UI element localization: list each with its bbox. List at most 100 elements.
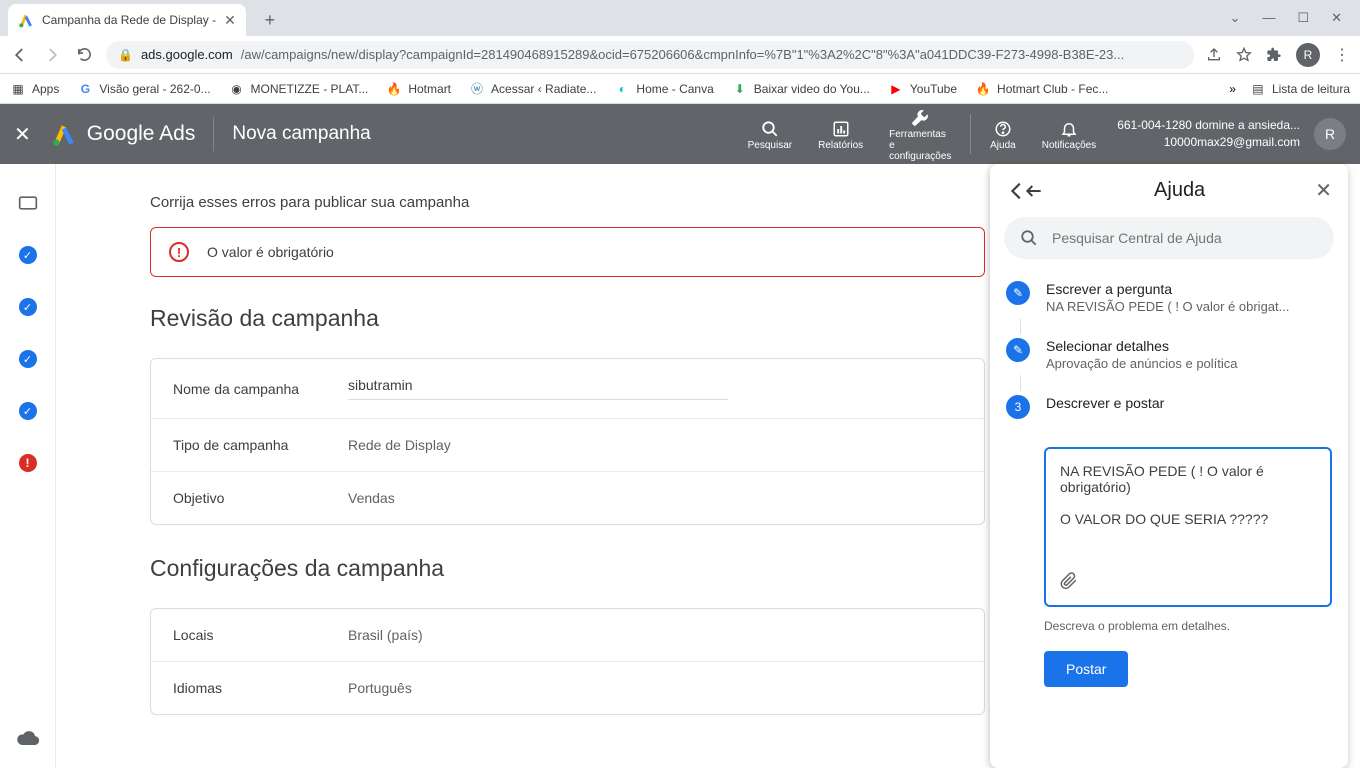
back-icon[interactable]	[10, 45, 30, 65]
error-message: O valor é obrigatório	[207, 244, 334, 260]
label: Tipo de campanha	[173, 437, 348, 453]
campaign-name-input[interactable]: sibutramin	[348, 377, 728, 400]
check-icon: ✓	[19, 298, 37, 316]
canva-icon: ◐	[614, 81, 630, 97]
error-icon: !	[19, 454, 37, 472]
separator	[213, 117, 214, 151]
rail-cloud-icon[interactable]	[15, 724, 41, 750]
reload-icon[interactable]	[74, 45, 94, 65]
post-text-content: NA REVISÃO PEDE ( ! O valor é obrigatóri…	[1060, 463, 1316, 563]
value: Português	[348, 680, 412, 696]
bookmark-item[interactable]: ◐Home - Canva	[614, 81, 713, 97]
rail-step-complete[interactable]: ✓	[15, 398, 41, 424]
settings-heading: Configurações da campanha	[150, 555, 985, 582]
reports-button[interactable]: Relatórios	[805, 118, 876, 151]
bookmark-item[interactable]: 🔥Hotmart Club - Fec...	[975, 81, 1108, 97]
bookmark-item[interactable]: 🔥Hotmart	[386, 81, 451, 97]
apps-shortcut[interactable]: ▦Apps	[10, 81, 59, 97]
help-close-icon[interactable]: ✕	[1315, 178, 1332, 203]
row-locations[interactable]: Locais Brasil (país)	[151, 609, 984, 661]
step-select-details[interactable]: ✎ Selecionar detalhes Aprovação de anúnc…	[1006, 332, 1332, 377]
pencil-icon: ✎	[1006, 281, 1030, 305]
value: Brasil (país)	[348, 627, 423, 643]
row-objective[interactable]: Objetivo Vendas	[151, 471, 984, 524]
google-ads-logo[interactable]: Google Ads	[51, 121, 196, 147]
help-icon	[994, 118, 1012, 140]
error-banner[interactable]: ! O valor é obrigatório	[150, 227, 985, 277]
bookmark-item[interactable]: ◉MONETIZZE - PLAT...	[229, 81, 369, 97]
help-search[interactable]	[1004, 217, 1334, 259]
left-rail: ✓ ✓ ✓ ✓ !	[0, 164, 56, 768]
menu-icon[interactable]: ⋮	[1334, 45, 1350, 65]
dropdown-chevron-icon[interactable]: ⌄	[1230, 10, 1241, 26]
reading-list-icon: ▤	[1250, 81, 1266, 97]
post-textarea[interactable]: NA REVISÃO PEDE ( ! O valor é obrigatóri…	[1044, 447, 1332, 607]
share-icon[interactable]	[1206, 47, 1222, 63]
account-avatar[interactable]: R	[1314, 118, 1346, 150]
rail-overview-icon[interactable]	[15, 190, 41, 216]
bookmarks-overflow-icon[interactable]: »	[1229, 82, 1236, 96]
check-icon: ✓	[19, 402, 37, 420]
extensions-icon[interactable]	[1266, 47, 1282, 63]
help-button[interactable]: Ajuda	[977, 118, 1029, 151]
row-languages[interactable]: Idiomas Português	[151, 661, 984, 714]
value: Vendas	[348, 490, 395, 506]
apps-grid-icon: ▦	[10, 81, 26, 97]
browser-tab[interactable]: Campanha da Rede de Display - ✕	[8, 4, 246, 36]
reports-icon	[832, 118, 850, 140]
google-icon: G	[77, 81, 93, 97]
bookmark-item[interactable]: ⬇Baixar video do You...	[732, 81, 870, 97]
google-ads-header: ✕ Google Ads Nova campanha Pesquisar Rel…	[0, 104, 1360, 164]
profile-avatar[interactable]: R	[1296, 43, 1320, 67]
window-controls: ⌄ ― ☐ ✕	[1230, 10, 1360, 26]
help-search-input[interactable]	[1052, 230, 1318, 246]
check-icon: ✓	[19, 350, 37, 368]
step-write-question[interactable]: ✎ Escrever a pergunta NA REVISÃO PEDE ( …	[1006, 275, 1332, 320]
minimize-icon[interactable]: ―	[1262, 10, 1275, 26]
hotmart-icon: 🔥	[975, 81, 991, 97]
step-connector: │	[1017, 320, 1332, 332]
row-campaign-type[interactable]: Tipo de campanha Rede de Display	[151, 418, 984, 471]
notifications-button[interactable]: Notificações	[1029, 118, 1109, 151]
hotmart-icon: 🔥	[386, 81, 402, 97]
label: Idiomas	[173, 680, 348, 696]
star-icon[interactable]	[1236, 47, 1252, 63]
close-campaign-icon[interactable]: ✕	[14, 122, 31, 147]
tab-title: Campanha da Rede de Display -	[42, 13, 216, 27]
rail-step-error[interactable]: !	[15, 450, 41, 476]
google-ads-favicon	[18, 12, 34, 28]
back-arrow-icon[interactable]	[1024, 181, 1044, 201]
label: Nome da campanha	[173, 381, 348, 397]
post-hint: Descreva o problema em detalhes.	[1044, 619, 1332, 633]
step-number: 3	[1006, 395, 1030, 419]
help-title: Ajuda	[1044, 179, 1315, 202]
rail-step-complete[interactable]: ✓	[15, 242, 41, 268]
maximize-icon[interactable]: ☐	[1297, 10, 1309, 26]
row-campaign-name[interactable]: Nome da campanha sibutramin	[151, 359, 984, 418]
reading-list[interactable]: ▤Lista de leitura	[1250, 81, 1350, 97]
tab-close-icon[interactable]: ✕	[224, 12, 236, 29]
bookmark-item[interactable]: ▶YouTube	[888, 81, 957, 97]
content-area: ✓ ✓ ✓ ✓ ! Corrija esses erros para publi…	[0, 164, 1360, 768]
forward-icon	[42, 45, 62, 65]
bookmarks-bar: ▦Apps GVisão geral - 262-0... ◉MONETIZZE…	[0, 74, 1360, 104]
bookmark-item[interactable]: ⓦAcessar ‹ Radiate...	[469, 81, 596, 97]
step-describe-post: 3 Descrever e postar	[1006, 389, 1332, 425]
wordpress-icon: ⓦ	[469, 81, 485, 97]
help-panel: Ajuda ✕ ✎ Escrever a pergunta NA REVISÃO…	[990, 164, 1348, 768]
address-bar-actions: R ⋮	[1206, 43, 1350, 67]
window-close-icon[interactable]: ✕	[1331, 10, 1342, 26]
attachment-icon[interactable]	[1060, 571, 1078, 591]
step-connector: │	[1017, 377, 1332, 389]
bookmark-item[interactable]: GVisão geral - 262-0...	[77, 81, 210, 97]
post-button[interactable]: Postar	[1044, 651, 1128, 687]
search-button[interactable]: Pesquisar	[735, 118, 805, 151]
url-field[interactable]: 🔒 ads.google.com/aw/campaigns/new/displa…	[106, 41, 1194, 69]
tools-button[interactable]: Ferramentas e configurações	[876, 107, 964, 162]
monetizze-icon: ◉	[229, 81, 245, 97]
rail-step-complete[interactable]: ✓	[15, 294, 41, 320]
new-tab-button[interactable]: +	[256, 6, 284, 34]
account-info[interactable]: 661-004-1280 domine a ansieda... 10000ma…	[1117, 117, 1300, 151]
label: Objetivo	[173, 490, 348, 506]
rail-step-complete[interactable]: ✓	[15, 346, 41, 372]
